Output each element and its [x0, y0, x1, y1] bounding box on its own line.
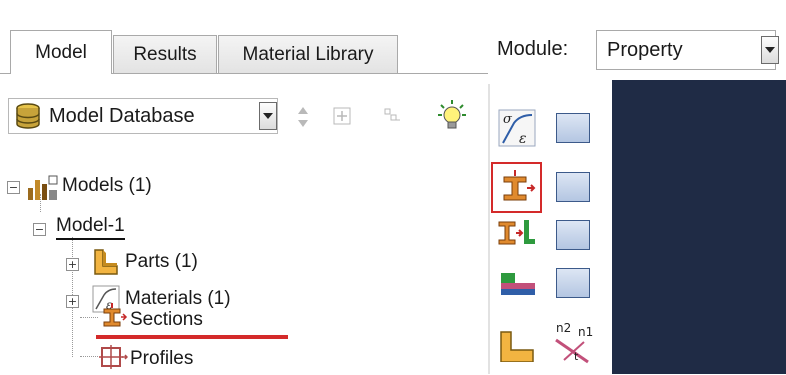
module-select[interactable]: Property: [596, 30, 779, 70]
tab-model[interactable]: Model: [10, 30, 112, 74]
module-dropdown-button[interactable]: [761, 36, 779, 64]
svg-text:σ: σ: [503, 112, 513, 127]
filter-tree-icon[interactable]: [380, 104, 404, 128]
tree-collapse-toggle[interactable]: −: [33, 223, 46, 236]
svg-text:n2: n2: [556, 321, 571, 335]
expand-tree-icon[interactable]: [330, 104, 354, 128]
create-section-icon[interactable]: [497, 168, 537, 208]
tab-model-label: Model: [35, 41, 87, 63]
model-database-select[interactable]: Model Database: [8, 98, 278, 134]
tree-node-model-1[interactable]: Model-1: [56, 215, 125, 240]
tab-material-library[interactable]: Material Library: [218, 35, 398, 73]
svg-text:n1: n1: [578, 325, 593, 339]
parts-icon: [92, 248, 120, 281]
assign-material-orientation-icon[interactable]: n2 n1 t: [550, 318, 596, 368]
tree-node-materials[interactable]: Materials (1): [125, 288, 231, 310]
tree-collapse-toggle[interactable]: −: [7, 181, 20, 194]
assign-section-icon[interactable]: [497, 214, 537, 254]
sections-highlight-underline: [96, 335, 288, 339]
chevron-down-icon: [765, 46, 775, 53]
viewport-canvas[interactable]: [612, 80, 786, 374]
chevron-down-icon: [263, 112, 273, 119]
reorder-arrows-icon[interactable]: [296, 104, 310, 130]
tree-node-sections[interactable]: Sections: [130, 309, 203, 331]
panel-divider: [488, 84, 490, 374]
svg-text:t: t: [574, 350, 579, 363]
tab-results[interactable]: Results: [113, 35, 217, 73]
lightbulb-icon[interactable]: [436, 98, 468, 134]
section-assignment-manager-icon[interactable]: [556, 220, 590, 250]
sections-icon: [98, 302, 128, 337]
models-icon: [26, 172, 60, 207]
database-icon: [16, 103, 40, 129]
model-database-value: Model Database: [49, 104, 195, 127]
tab-material-library-label: Material Library: [242, 43, 374, 65]
tab-results-label: Results: [133, 43, 197, 65]
assign-beam-orientation-icon[interactable]: [497, 322, 537, 362]
material-manager-icon[interactable]: [556, 113, 590, 143]
svg-text:ε: ε: [519, 131, 527, 147]
profiles-icon: [98, 344, 129, 375]
tree-expand-toggle[interactable]: +: [66, 295, 79, 308]
create-material-icon[interactable]: σ ε: [497, 108, 537, 148]
module-label: Module:: [497, 38, 569, 60]
tree-expand-toggle[interactable]: +: [66, 258, 79, 271]
tree-node-profiles[interactable]: Profiles: [130, 348, 193, 370]
create-composite-layup-icon[interactable]: [497, 262, 537, 302]
composite-layup-manager-icon[interactable]: [556, 268, 590, 298]
tree-node-models[interactable]: Models (1): [62, 175, 152, 197]
module-select-value: Property: [607, 39, 683, 61]
database-dropdown-button[interactable]: [259, 102, 277, 130]
tree-connector: [80, 356, 98, 358]
section-manager-icon[interactable]: [556, 172, 590, 202]
tree-node-parts[interactable]: Parts (1): [125, 251, 198, 273]
